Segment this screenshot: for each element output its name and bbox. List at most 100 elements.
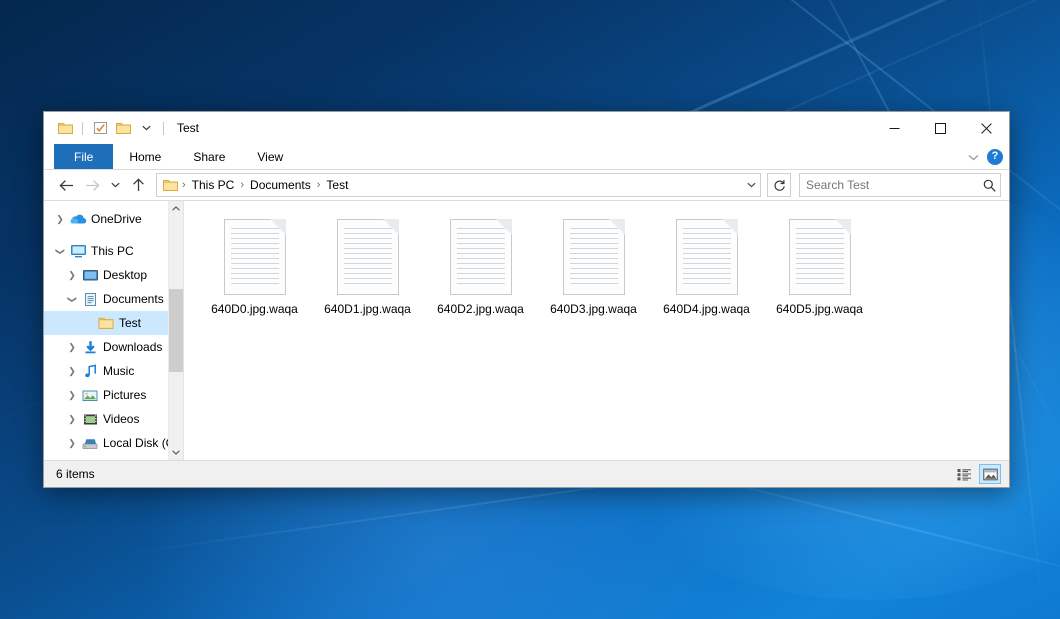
sidebar-item-label: Desktop [100,268,147,282]
list-item[interactable]: 640D4.jpg.waqa [650,215,763,335]
file-list-view[interactable]: 640D0.jpg.waqa 640D1.jpg.waqa [184,201,1009,460]
sidebar-item-onedrive[interactable]: ❯ OneDrive [44,207,183,231]
search-box[interactable] [799,173,1001,197]
sidebar-item-label: OneDrive [88,212,142,226]
refresh-button[interactable] [767,173,791,197]
address-bar[interactable]: › This PC › Documents › Test [156,173,761,197]
sidebar-item-label: Documents [100,292,164,306]
chevron-right-icon[interactable]: ❯ [64,415,80,424]
sidebar-item-label: This PC [88,244,134,258]
list-item[interactable]: 640D0.jpg.waqa [198,215,311,335]
list-item[interactable]: 640D2.jpg.waqa [424,215,537,335]
close-button[interactable] [963,112,1009,144]
file-name-label: 640D0.jpg.waqa [211,302,298,317]
details-view-button[interactable] [953,464,975,484]
downloads-icon [80,340,100,355]
help-button[interactable]: ? [987,149,1003,165]
folder-icon [161,179,180,192]
chevron-right-icon[interactable]: ❯ [64,391,80,400]
sidebar-item-label: Music [100,364,134,378]
desktop-background: Test File Home Share View [0,0,1060,619]
disk-icon [80,437,100,450]
chevron-down-icon[interactable] [968,148,979,166]
new-folder-icon[interactable] [113,118,133,138]
sidebar-item-test[interactable]: ❯ Test [44,311,183,335]
chevron-right-icon[interactable]: ❯ [64,343,80,352]
generic-document-icon [224,219,286,295]
item-count-label: 6 items [56,467,95,481]
file-name-label: 640D5.jpg.waqa [776,302,863,317]
scrollbar-track[interactable] [169,216,183,445]
chevron-placeholder-icon: ❯ [80,319,96,328]
pictures-icon [80,389,100,402]
navigation-pane-scrollbar[interactable] [168,201,183,460]
large-icons-view-button[interactable] [979,464,1001,484]
generic-document-icon [450,219,512,295]
folder-icon [96,316,116,330]
chevron-down-icon[interactable]: ❯ [56,243,65,259]
sidebar-item-downloads[interactable]: ❯ Downloads [44,335,183,359]
explorer-body: ❯ OneDrive ❯ [44,200,1009,460]
recent-locations-button[interactable] [106,173,124,197]
scrollbar-thumb[interactable] [169,289,183,371]
sidebar-item-desktop[interactable]: ❯ Desktop [44,263,183,287]
minimize-button[interactable] [871,112,917,144]
music-icon [80,364,100,379]
breadcrumb-item-this-pc[interactable]: This PC [188,177,239,193]
breadcrumb: › This PC › Documents › Test [157,177,742,193]
chevron-right-icon[interactable]: ❯ [64,367,80,376]
tab-view[interactable]: View [241,144,299,169]
breadcrumb-item-documents[interactable]: Documents [246,177,315,193]
scroll-up-button[interactable] [169,201,183,216]
chevron-down-icon[interactable]: ❯ [68,291,77,307]
file-name-label: 640D2.jpg.waqa [437,302,524,317]
scroll-down-button[interactable] [169,445,183,460]
navigation-pane: ❯ OneDrive ❯ [44,201,183,460]
sidebar-item-pictures[interactable]: ❯ Pictures [44,383,183,407]
address-dropdown-button[interactable] [742,175,760,195]
sidebar-item-documents[interactable]: ❯ Documents [44,287,183,311]
list-item[interactable]: 640D5.jpg.waqa [763,215,876,335]
title-bar: Test [44,112,1009,144]
properties-icon[interactable] [90,118,110,138]
up-button[interactable] [126,173,150,197]
view-mode-buttons [953,464,1001,484]
breadcrumb-separator: › [180,179,188,191]
tab-home[interactable]: Home [113,144,177,169]
status-bar: 6 items [44,460,1009,487]
tab-share[interactable]: Share [177,144,241,169]
ribbon-tab-bar: File Home Share View ? [44,144,1009,170]
address-bar-row: › This PC › Documents › Test [44,170,1009,200]
generic-document-icon [337,219,399,295]
chevron-right-icon[interactable]: ❯ [64,271,80,280]
sidebar-item-music[interactable]: ❯ Music [44,359,183,383]
chevron-right-icon[interactable]: ❯ [64,439,80,448]
sidebar-item-label: Pictures [100,388,146,402]
monitor-icon [68,244,88,258]
cloud-icon [68,213,88,225]
documents-icon [80,292,100,307]
generic-document-icon [789,219,851,295]
sidebar-item-this-pc[interactable]: ❯ This PC [44,239,183,263]
forward-button [80,173,104,197]
file-name-label: 640D4.jpg.waqa [663,302,750,317]
sidebar-item-videos[interactable]: ❯ Videos [44,407,183,431]
back-button[interactable] [54,173,78,197]
maximize-button[interactable] [917,112,963,144]
toolbar-separator [163,122,164,135]
chevron-right-icon[interactable]: ❯ [52,215,68,224]
tab-file[interactable]: File [54,144,113,169]
breadcrumb-item-test[interactable]: Test [322,177,352,193]
list-item[interactable]: 640D3.jpg.waqa [537,215,650,335]
list-item[interactable]: 640D1.jpg.waqa [311,215,424,335]
folder-icon[interactable] [55,118,75,138]
sidebar-item-local-disk-c[interactable]: ❯ Local Disk (C:) [44,431,183,455]
ribbon-right-controls: ? [968,144,1003,169]
search-icon[interactable] [978,179,1000,192]
generic-document-icon [676,219,738,295]
search-input[interactable] [800,177,978,193]
breadcrumb-separator: › [238,179,246,191]
chevron-down-icon[interactable] [136,118,156,138]
sidebar-item-label: Test [116,316,141,330]
window-controls [871,112,1009,144]
